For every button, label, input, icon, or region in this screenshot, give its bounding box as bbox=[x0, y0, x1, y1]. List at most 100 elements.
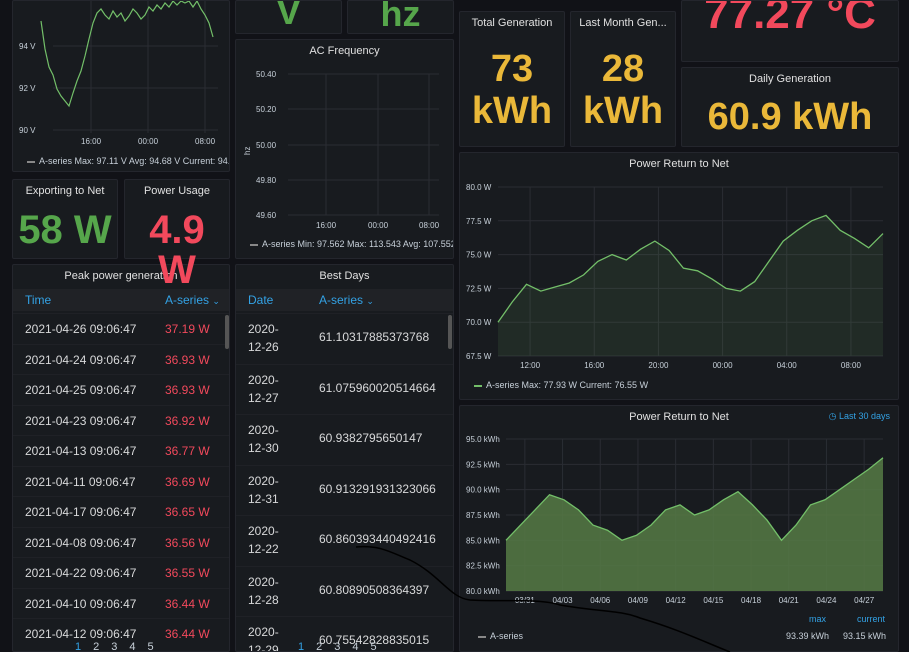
x-tick-label: 04/27 bbox=[854, 596, 875, 605]
row-value: 60.80890508364397 bbox=[319, 582, 430, 597]
row-time: 2021-04-26 09:06:47 bbox=[25, 322, 137, 336]
table-row[interactable]: 2020- 12-30 60.9382795650147 bbox=[236, 414, 453, 464]
row-value: 60.913291931323066 bbox=[319, 481, 436, 496]
table-row[interactable]: 2020- 12-22 60.860393440492416 bbox=[236, 515, 453, 565]
table-row[interactable]: 2021-04-26 09:06:47 37.19 W bbox=[13, 313, 229, 343]
table-row[interactable]: 2021-04-13 09:06:47 36.77 W bbox=[13, 435, 229, 465]
row-date-day: 12-29 bbox=[248, 643, 279, 652]
series-swatch bbox=[250, 243, 258, 246]
row-date-year: 2020- bbox=[248, 625, 279, 639]
row-date-year: 2020- bbox=[248, 473, 279, 488]
row-time: 2021-04-17 09:06:47 bbox=[25, 505, 137, 519]
time-range-badge[interactable]: ◷ Last 30 days bbox=[829, 411, 890, 422]
voltage-xtick: 16:00 bbox=[81, 137, 102, 146]
table-row[interactable]: 2021-04-17 09:06:47 36.65 W bbox=[13, 496, 229, 526]
area-legend-series[interactable]: A-series bbox=[478, 631, 523, 641]
ac-frequency-panel[interactable]: AC Frequency 50.40 50.20 50.00 49.80 49.… bbox=[235, 39, 454, 259]
row-date-year: 2020- bbox=[248, 574, 279, 589]
scrollbar[interactable] bbox=[225, 315, 229, 349]
best-days-pagination: 1 2 3 4 5 bbox=[298, 641, 389, 651]
freq-ytick: 50.40 bbox=[256, 70, 277, 79]
freq-xtick: 00:00 bbox=[368, 221, 389, 230]
power-usage-panel[interactable]: Power Usage 4.9 W bbox=[124, 179, 230, 292]
table-row[interactable]: 2021-04-24 09:06:47 36.93 W bbox=[13, 343, 229, 374]
scrollbar[interactable] bbox=[448, 315, 452, 349]
voltage-chart-panel[interactable]: 94 V 92 V 90 V 16:00 00:00 08:00 A-serie… bbox=[12, 0, 230, 172]
table-row[interactable]: 2021-04-10 09:06:47 36.44 W bbox=[13, 587, 229, 618]
frequency-unit-stat-panel[interactable]: hz bbox=[347, 0, 454, 34]
row-date-day: 12-31 bbox=[248, 491, 279, 506]
voltage-ytick: 90 V bbox=[19, 126, 36, 135]
y-tick-label: 72.5 W bbox=[466, 284, 492, 293]
column-header-date[interactable]: Date bbox=[248, 293, 273, 307]
area-legend-max-header[interactable]: max bbox=[809, 614, 826, 624]
x-tick-label: 04/06 bbox=[590, 596, 611, 605]
best-days-table-panel[interactable]: Best Days Date A-series ⌄ 2020- 12-26 61.1… bbox=[235, 264, 454, 652]
row-date-year: 2020- bbox=[248, 322, 279, 336]
row-value: 36.44 W bbox=[165, 596, 210, 611]
page-link[interactable]: 5 bbox=[148, 641, 154, 651]
exporting-value: 58 W bbox=[18, 208, 112, 252]
total-generation-panel[interactable]: Total Generation 73 kWh bbox=[459, 11, 565, 147]
page-link[interactable]: 2 bbox=[316, 641, 322, 651]
frequency-unit-value: hz bbox=[380, 0, 421, 34]
power-return-area-panel[interactable]: Power Return to Net ◷ Last 30 days 95.0 … bbox=[459, 405, 899, 652]
page-link[interactable]: 2 bbox=[93, 641, 99, 651]
table-row[interactable]: 2021-04-25 09:06:47 36.93 W bbox=[13, 374, 229, 404]
row-value: 37.19 W bbox=[165, 322, 210, 336]
x-tick-label: 00:00 bbox=[713, 361, 734, 370]
best-days-table-header: Date A-series ⌄ bbox=[236, 289, 453, 311]
row-time: 2021-04-10 09:06:47 bbox=[25, 596, 137, 611]
column-header-a-series[interactable]: A-series ⌄ bbox=[319, 293, 374, 307]
power-return-title: Power Return to Net bbox=[629, 158, 729, 170]
page-link[interactable]: 1 bbox=[298, 641, 304, 651]
y-tick-label: 75.0 W bbox=[466, 251, 492, 260]
power-return-legend[interactable]: A-series Max: 77.93 W Current: 76.55 W bbox=[474, 380, 648, 390]
table-row[interactable]: 2021-04-08 09:06:47 36.56 W bbox=[13, 526, 229, 557]
exporting-title: Exporting to Net bbox=[25, 185, 105, 197]
exporting-panel[interactable]: Exporting to Net 58 W bbox=[12, 179, 118, 259]
area-legend-current-value: 93.15 kWh bbox=[843, 631, 887, 641]
power-usage-title: Power Usage bbox=[143, 185, 211, 197]
table-row[interactable]: 2020- 12-27 61.075960020514664 bbox=[236, 363, 453, 414]
temperature-panel[interactable]: 77.27 °C bbox=[681, 0, 899, 62]
series-swatch bbox=[474, 384, 482, 387]
page-link[interactable]: 1 bbox=[75, 641, 81, 651]
voltage-legend[interactable]: A-series Max: 97.11 V Avg: 94.68 V Curre… bbox=[27, 156, 229, 166]
ac-frequency-legend[interactable]: A-series Min: 97.562 Max: 113.543 Avg: 1… bbox=[250, 239, 453, 249]
page-link[interactable]: 4 bbox=[129, 641, 135, 651]
last-month-generation-value: 28 bbox=[601, 48, 645, 90]
row-date-day: 12-27 bbox=[248, 390, 279, 405]
page-link[interactable]: 4 bbox=[352, 641, 358, 651]
voltage-chart: 94 V 92 V 90 V 16:00 00:00 08:00 bbox=[19, 1, 218, 146]
daily-generation-panel[interactable]: Daily Generation 60.9 kWh bbox=[681, 67, 899, 147]
table-row[interactable]: 2020- 12-28 60.80890508364397 bbox=[236, 565, 453, 616]
x-tick-label: 03/31 bbox=[515, 596, 536, 605]
column-header-time[interactable]: Time bbox=[25, 293, 51, 307]
y-tick-label: 67.5 W bbox=[466, 352, 492, 361]
x-tick-label: 04/18 bbox=[741, 596, 762, 605]
page-link[interactable]: 3 bbox=[334, 641, 340, 651]
table-row[interactable]: 2021-04-11 09:06:47 36.69 W bbox=[13, 465, 229, 496]
peak-power-table-panel[interactable]: Peak power generation Time A-series ⌄ 20… bbox=[12, 264, 230, 652]
y-tick-label: 87.5 kWh bbox=[466, 511, 500, 520]
x-tick-label: 12:00 bbox=[520, 361, 541, 370]
voltage-unit-stat-panel[interactable]: V bbox=[235, 0, 342, 34]
row-value: 36.93 W bbox=[165, 383, 210, 397]
freq-ytick: 49.80 bbox=[256, 176, 277, 185]
table-row[interactable]: 2021-04-22 09:06:47 36.55 W bbox=[13, 557, 229, 587]
x-tick-label: 04/03 bbox=[553, 596, 574, 605]
column-header-a-series[interactable]: A-series ⌄ bbox=[165, 293, 220, 307]
row-date-day: 12-28 bbox=[248, 592, 279, 607]
table-row[interactable]: 2020- 12-31 60.913291931323066 bbox=[236, 464, 453, 515]
page-link[interactable]: 5 bbox=[371, 641, 377, 651]
row-time: 2021-04-22 09:06:47 bbox=[25, 566, 137, 580]
power-return-line-panel[interactable]: Power Return to Net 80.0 W 77.5 W 75.0 W 72… bbox=[459, 152, 899, 400]
series-area-fill bbox=[498, 215, 883, 356]
area-legend-current-header[interactable]: current bbox=[857, 614, 885, 624]
x-tick-label: 04/09 bbox=[628, 596, 649, 605]
last-month-generation-panel[interactable]: Last Month Gen... 28 kWh bbox=[570, 11, 676, 147]
table-row[interactable]: 2020- 12-26 61.10317885373768 bbox=[236, 313, 453, 363]
page-link[interactable]: 3 bbox=[111, 641, 117, 651]
table-row[interactable]: 2021-04-23 09:06:47 36.92 W bbox=[13, 404, 229, 435]
